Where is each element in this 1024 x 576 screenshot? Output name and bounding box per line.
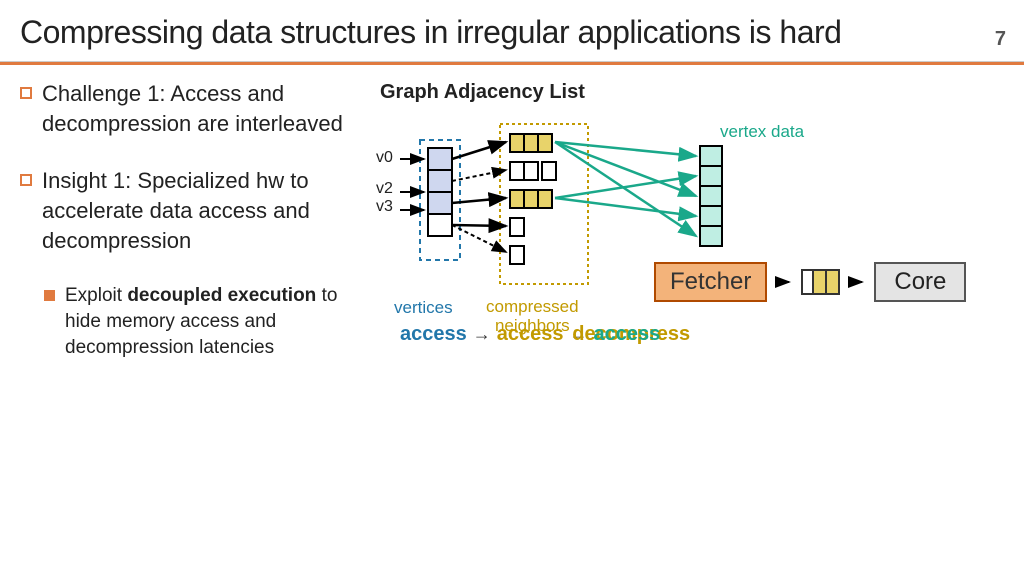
arrow-icon <box>848 275 866 289</box>
text: Exploit <box>65 285 127 306</box>
queue-icon <box>801 269 840 295</box>
seq-access-1: access <box>400 323 467 346</box>
label-v0: v0 <box>376 149 393 167</box>
access-sequence: access → access → access decompress <box>400 323 690 346</box>
fetcher-core-row: Fetcher Core <box>654 262 966 302</box>
label-vertices: vertices <box>394 298 453 318</box>
seq-access-3: access <box>594 323 661 346</box>
sub-bullet-decoupled: Exploit decoupled execution to hide memo… <box>44 283 364 360</box>
bullet-text: Challenge 1: Access and decompression ar… <box>42 79 364 138</box>
bullet-text: Insight 1: Specialized hw to accelerate … <box>42 166 364 255</box>
sub-bullet-text: Exploit decoupled execution to hide memo… <box>65 283 364 360</box>
arrow-icon <box>775 275 793 289</box>
text-bold: decoupled execution <box>127 285 316 306</box>
bullet-challenge-1: Challenge 1: Access and decompression ar… <box>20 79 364 138</box>
arrow-icon: → <box>473 324 491 345</box>
label-vertex-data: vertex data <box>720 122 804 142</box>
label-v3: v3 <box>376 198 393 216</box>
graph-adjacency-diagram: v0 v2 v3 vertices compressed neighbors v… <box>380 112 940 322</box>
diagram-title: Graph Adjacency List <box>380 81 1004 104</box>
bullet-icon <box>20 174 32 186</box>
bullet-insight-1: Insight 1: Specialized hw to accelerate … <box>20 166 364 255</box>
divider <box>0 61 1024 65</box>
left-column: Challenge 1: Access and decompression ar… <box>20 79 380 360</box>
label-v2: v2 <box>376 180 393 198</box>
right-column: Graph Adjacency List <box>380 79 1004 360</box>
bullet-icon <box>20 87 32 99</box>
seq-access-2: access <box>497 323 564 346</box>
fetcher-box: Fetcher <box>654 262 767 302</box>
slide-title: Compressing data structures in irregular… <box>0 0 1024 61</box>
page-number: 7 <box>995 28 1006 51</box>
core-box: Core <box>874 262 966 302</box>
sub-bullet-icon <box>44 290 55 301</box>
